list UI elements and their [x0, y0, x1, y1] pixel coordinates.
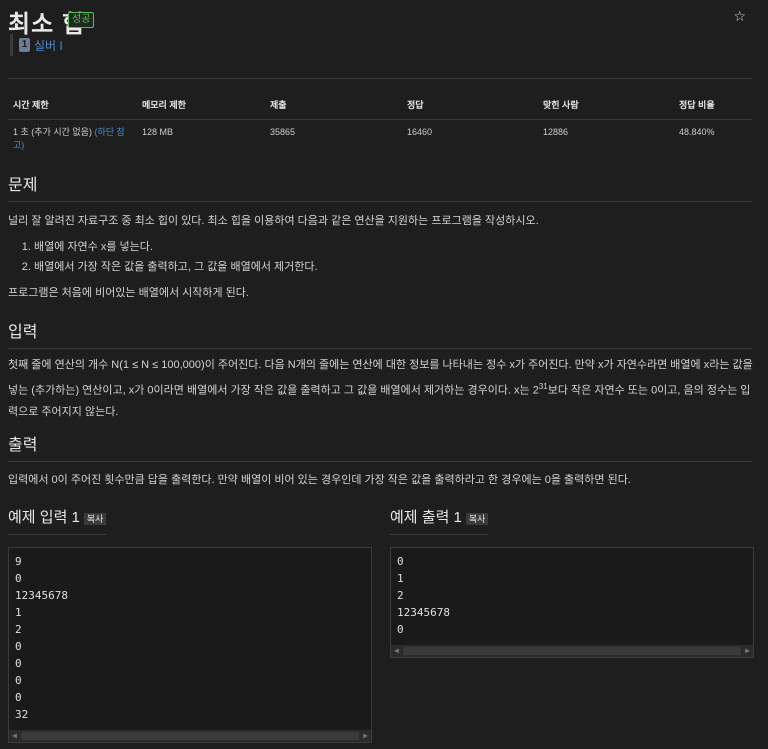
code-line: 9 [15, 555, 22, 568]
code-line: 12345678 [15, 589, 68, 602]
output-heading: 출력 [8, 437, 38, 454]
header-accepted: 정답 [402, 90, 538, 120]
sample-output-lines: 0 1 2 12345678 0 [391, 548, 753, 638]
code-line: 0 [397, 623, 404, 636]
tier-indicator[interactable]: 1 실버 I [10, 34, 63, 56]
status-badge: 성공 [68, 12, 95, 28]
tier-label: 실버 I [34, 38, 63, 53]
header-time-limit: 시간 제한 [8, 90, 137, 120]
output-description: 입력에서 0이 주어진 횟수만큼 답을 출력한다. 만약 배열이 비어 있는 경… [8, 474, 631, 486]
scroll-left-icon[interactable]: ◀ [12, 731, 17, 740]
copy-output-button[interactable]: 복사 [465, 512, 489, 525]
memory-cell: 128 MB [142, 127, 174, 137]
header-memory-limit: 메모리 제한 [137, 90, 265, 120]
code-line: 0 [15, 640, 22, 653]
accepted-cell: 16460 [407, 127, 433, 137]
sample-input-heading: 예제 입력 1 [8, 509, 80, 526]
sample-output-box[interactable]: 0 1 2 12345678 0 ◀ ▶ [390, 547, 754, 658]
code-line: 2 [397, 589, 404, 602]
output-section: 출력 [8, 431, 752, 462]
header-submissions: 제출 [265, 90, 402, 120]
list-item: 배열에서 가장 작은 값을 출력하고, 그 값을 배열에서 제거한다. [34, 257, 768, 277]
scroll-right-icon[interactable]: ▶ [745, 646, 750, 655]
code-line: 0 [15, 657, 22, 670]
code-line: 2 [15, 623, 22, 636]
scroll-right-icon[interactable]: ▶ [363, 731, 368, 740]
code-line: 0 [397, 555, 404, 568]
problem-intro: 널리 잘 알려진 자료구조 중 최소 힙이 있다. 최소 힙을 이용하여 다음과… [8, 215, 539, 227]
exponent: 31 [538, 382, 548, 391]
sample-input-header: 예제 입력 1 복사 [8, 506, 107, 535]
sample-output-header: 예제 출력 1 복사 [390, 506, 489, 535]
operations-list: 배열에 자연수 x를 넣는다. 배열에서 가장 작은 값을 출력하고, 그 값을… [0, 237, 768, 277]
scroll-left-icon[interactable]: ◀ [394, 646, 399, 655]
scroll-thumb[interactable] [21, 732, 359, 740]
code-line: 0 [15, 674, 22, 687]
star-icon[interactable]: ☆ [733, 8, 746, 25]
submissions-cell: 35865 [270, 127, 296, 137]
divider [8, 78, 752, 79]
table-row: 1 초 (추가 시간 없음) (하단 참고) 128 MB 35865 1646… [8, 120, 752, 159]
horizontal-scrollbar[interactable]: ◀ ▶ [391, 645, 753, 657]
input-description: 첫째 줄에 연산의 개수 N(1 ≤ N ≤ 100,000)이 주어진다. 다… [8, 355, 756, 423]
divider [8, 461, 752, 462]
code-line: 32 [15, 708, 29, 721]
header-ratio: 정답 비율 [674, 90, 752, 120]
scroll-thumb[interactable] [403, 647, 741, 655]
header-solvers: 맞힌 사람 [538, 90, 674, 120]
tier-icon: 1 [19, 38, 30, 52]
solvers-cell: 12886 [543, 127, 569, 137]
problem-section: 문제 [8, 171, 752, 202]
code-line: 12345678 [397, 606, 450, 619]
sample-input-lines: 9 0 12345678 1 2 0 0 0 0 32 [9, 548, 371, 723]
divider [8, 201, 752, 202]
horizontal-scrollbar[interactable]: ◀ ▶ [9, 730, 371, 742]
divider [8, 348, 752, 349]
time-limit-cell: 1 초 (추가 시간 없음) (하단 참고) [8, 120, 137, 159]
code-line: 0 [15, 691, 22, 704]
copy-input-button[interactable]: 복사 [83, 512, 107, 525]
input-section: 입력 [8, 318, 752, 349]
code-line: 1 [397, 572, 404, 585]
sample-output-heading: 예제 출력 1 [390, 509, 462, 526]
sample-input-heading-wrap: 예제 입력 1 복사 [8, 506, 107, 535]
ratio-cell: 48.840% [679, 127, 715, 137]
problem-heading: 문제 [8, 177, 38, 194]
sample-output-heading-wrap: 예제 출력 1 복사 [390, 506, 489, 535]
code-line: 0 [15, 572, 22, 585]
list-item: 배열에 자연수 x를 넣는다. [34, 237, 768, 257]
problem-info-table: 시간 제한 메모리 제한 제출 정답 맞힌 사람 정답 비율 1 초 (추가 시… [8, 90, 752, 158]
sample-input-box[interactable]: 9 0 12345678 1 2 0 0 0 0 32 ◀ ▶ [8, 547, 372, 743]
time-limit-value: 1 초 (추가 시간 없음) [13, 127, 95, 137]
input-heading: 입력 [8, 324, 38, 341]
code-line: 1 [15, 606, 22, 619]
problem-outro: 프로그램은 처음에 비어있는 배열에서 시작하게 된다. [8, 287, 249, 299]
